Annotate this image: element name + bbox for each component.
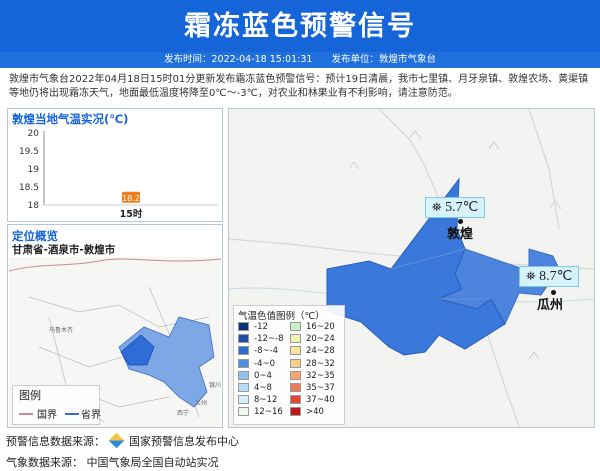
color-legend-item: 8~12	[238, 395, 277, 406]
place-label-yinchuan: 银川	[209, 381, 221, 389]
warning-description: 敦煌市气象台2022年04月18日15时01分更新发布霜冻蓝色预警信号：预计19…	[9, 74, 589, 99]
color-legend-label: 8~12	[254, 395, 278, 406]
source-2-label: 气象数据来源：	[6, 456, 83, 469]
x-tick-label: 15时	[120, 208, 143, 220]
location-path: 甘肃省-酒泉市-敦煌市	[12, 244, 116, 256]
color-legend-item: -12~-8	[238, 334, 283, 345]
cma-logo-icon	[108, 432, 124, 449]
color-legend-item: 4~8	[238, 383, 272, 394]
color-legend-item: >40	[290, 407, 324, 418]
temp-data-label: 18.2	[122, 194, 140, 203]
color-legend-label: -12	[254, 322, 268, 332]
color-legend-label: 4~8	[254, 383, 272, 393]
place-label-xining: 西宁	[177, 409, 189, 417]
guazhou-temp-value: 8.7℃	[539, 269, 573, 284]
color-legend-label: 20~24	[306, 334, 335, 345]
color-legend-label: 24~28	[306, 346, 335, 357]
color-legend-item: -8~-4	[238, 346, 278, 357]
temperature-panel: 敦煌当地气温实况(℃) 20 19.5 19 18.5 18 18.2 15时	[7, 108, 223, 222]
color-legend-label: 0~4	[254, 370, 272, 381]
source-1-value: 国家预警信息发布中心	[129, 435, 239, 448]
color-legend-item: 16~20	[290, 322, 335, 333]
color-swatch	[290, 346, 301, 356]
color-legend-label: 12~16	[254, 407, 283, 418]
weather-station-icon: ⛯	[526, 269, 536, 283]
color-swatch	[238, 322, 249, 331]
color-legend-item: 24~28	[290, 346, 335, 357]
color-legend-label: >40	[306, 407, 324, 418]
source-2-value: 中国气象局全国自动站实况	[86, 456, 219, 469]
warning-title: 霜冻蓝色预警信号	[184, 11, 416, 42]
color-legend-item: 28~32	[290, 358, 335, 370]
legend-province-label: 省界	[81, 410, 101, 421]
publish-info-bar: 发布时间：2022-04-18 15:01:31 发布单位：敦煌市气象台	[0, 52, 600, 68]
header-banner: 霜冻蓝色预警信号	[0, 0, 600, 52]
legend-country-line	[19, 413, 33, 415]
overview-legend: 图例 国界 省界	[12, 385, 101, 425]
place-label-lanzhou: 兰州	[195, 399, 207, 407]
temperature-color-legend: 气温色值图例（℃） -12 -12~-8 -8~-4 -4~0 0~4 4~8 8~12 12…	[233, 305, 345, 425]
color-swatch	[290, 334, 301, 344]
color-legend-label: 37~40	[306, 395, 335, 406]
color-swatch	[290, 322, 301, 331]
color-legend-item: 20~24	[290, 334, 335, 345]
y-tick-label: 19	[28, 165, 40, 175]
y-tick-label: 19.5	[19, 147, 39, 157]
dunhuang-temp-box: ⛯ 5.7℃	[425, 197, 486, 218]
color-swatch	[290, 395, 301, 405]
color-swatch	[238, 383, 249, 392]
dunhuang-city-label: 敦煌	[447, 227, 474, 242]
footer-source-1: 预警信息数据来源： 国家预警信息发布中心	[6, 432, 239, 449]
color-legend-label: -12~-8	[254, 334, 284, 345]
color-swatch	[238, 370, 249, 380]
color-swatch	[238, 358, 249, 368]
y-tick-label: 18	[28, 201, 40, 211]
publish-unit: 发布单位：敦煌市气象台	[331, 54, 436, 65]
color-legend-label: 28~32	[306, 358, 335, 369]
color-legend-label: -4~0	[254, 358, 276, 369]
legend-province-line	[65, 413, 79, 415]
color-legend-item: 35~37	[290, 383, 335, 394]
color-legend-label: 16~20	[306, 322, 335, 332]
color-legend-label: 35~37	[306, 383, 335, 393]
color-swatch	[238, 346, 249, 356]
location-panel: 定位概览 甘肃省-酒泉市-敦煌市 乌鲁木齐 西宁 兰州 银川 图例 国界 省界	[7, 224, 223, 428]
place-label-urumqi: 乌鲁木齐	[49, 326, 73, 334]
color-legend-item: 0~4	[238, 370, 272, 382]
guazhou-city-label: 瓜州	[537, 298, 564, 313]
footer-source-2: 气象数据来源： 中国气象局全国自动站实况	[6, 454, 219, 470]
overview-legend-title: 图例	[19, 389, 41, 402]
temperature-chart: 20 19.5 19 18.5 18 18.2 15时	[19, 129, 218, 220]
color-legend-title: 气温色值图例（℃）	[238, 311, 325, 322]
y-tick-label: 18.5	[19, 183, 39, 193]
color-swatch	[290, 383, 301, 392]
legend-country-label: 国界	[37, 410, 57, 421]
color-legend-item: 32~35	[290, 370, 335, 382]
color-swatch	[238, 334, 249, 344]
color-legend-label: -8~-4	[254, 346, 279, 357]
color-swatch	[290, 358, 301, 368]
color-legend-item: 37~40	[290, 395, 335, 406]
dunhuang-temp-value: 5.7℃	[445, 200, 479, 215]
publish-time: 发布时间：2022-04-18 15:01:31	[164, 54, 313, 65]
color-legend-item: -4~0	[238, 358, 276, 370]
color-swatch	[238, 395, 249, 405]
weather-station-icon: ⛯	[432, 200, 442, 214]
color-legend-item: -12	[238, 322, 268, 333]
source-1-label: 预警信息数据来源：	[6, 435, 105, 448]
y-tick-label: 20	[28, 129, 40, 139]
color-swatch	[290, 407, 301, 417]
color-legend-item: 12~16	[238, 407, 283, 418]
color-swatch	[290, 370, 301, 380]
color-swatch	[238, 407, 249, 417]
color-legend-label: 32~35	[306, 370, 335, 381]
guazhou-temp-box: ⛯ 8.7℃	[519, 266, 580, 287]
